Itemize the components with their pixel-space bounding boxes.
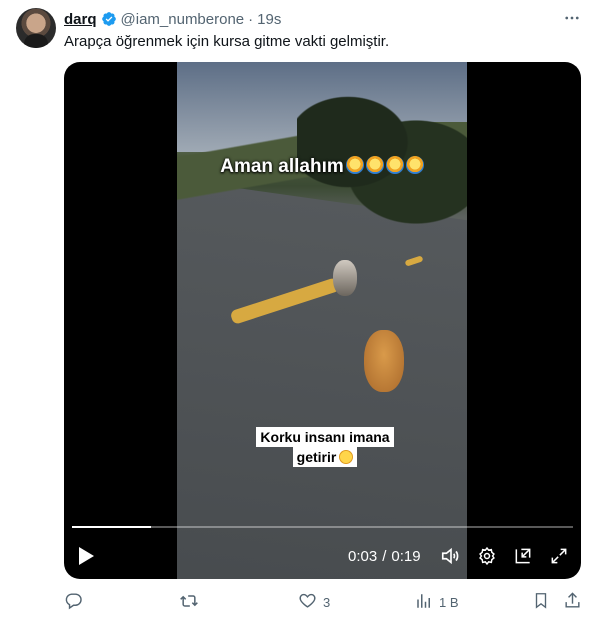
bookmark-icon (532, 591, 550, 613)
dog (364, 330, 404, 392)
caption-bottom-line2-text: getirir (296, 449, 337, 465)
video-frame[interactable]: Aman allahım (177, 62, 467, 579)
verified-badge-icon[interactable] (101, 11, 117, 27)
caption-top-text: Aman allahım (220, 156, 344, 177)
like-icon (298, 591, 317, 613)
cat (333, 260, 357, 296)
video-progress-bar[interactable] (72, 526, 573, 528)
reply-icon (64, 591, 83, 613)
screaming-face-emoji-icon (345, 156, 364, 174)
views-icon (415, 592, 433, 613)
settings-icon[interactable] (474, 540, 500, 572)
fullscreen-icon[interactable] (546, 540, 572, 572)
views-count: 1 B (439, 594, 459, 610)
reply-button[interactable] (64, 590, 89, 614)
avatar[interactable] (16, 8, 56, 48)
share-icon (563, 591, 582, 613)
volume-icon[interactable] (438, 540, 464, 572)
video-progress-fill (72, 526, 152, 528)
duration: 0:19 (391, 547, 421, 565)
bookmark-button[interactable] (532, 590, 550, 614)
tweet-header: darq @iam_numberone · 19s (64, 9, 281, 29)
caption-bottom-line2: getirir (292, 447, 358, 467)
more-icon[interactable] (560, 8, 584, 28)
tweet[interactable]: darq @iam_numberone · 19s Arapça öğrenme… (0, 0, 596, 626)
tweet-actions: 3 1 B (64, 590, 584, 614)
share-button[interactable] (563, 590, 582, 614)
caption-bottom-line1: Korku insanı imana (256, 427, 394, 447)
views-button[interactable]: 1 B (415, 590, 459, 614)
retweet-icon (179, 591, 199, 614)
video-controls: 0:03 / 0:19 (64, 540, 581, 572)
author-name[interactable]: darq (64, 11, 97, 28)
current-time: 0:03 (348, 547, 378, 565)
like-count: 3 (323, 594, 331, 610)
video-caption-bottom: Korku insanı imana getirir (251, 427, 399, 467)
picture-in-picture-icon[interactable] (510, 540, 536, 572)
like-button[interactable]: 3 (298, 590, 330, 614)
video-player[interactable]: Aman allahım Korku insanı imana getirir … (64, 62, 581, 579)
tweet-time[interactable]: 19s (257, 11, 281, 28)
play-icon[interactable] (74, 540, 98, 572)
time-separator: / (382, 547, 387, 565)
retweet-button[interactable] (179, 590, 205, 614)
separator-dot: · (248, 10, 254, 28)
laughing-emoji-icon (339, 450, 354, 464)
video-time: 0:03 / 0:19 (348, 540, 421, 572)
screaming-face-emoji-icon (365, 156, 384, 174)
screaming-face-emoji-icon (405, 156, 424, 174)
screaming-face-emoji-icon (385, 156, 404, 174)
video-caption-top: Aman allahım (177, 156, 467, 178)
tweet-text: Arapça öğrenmek için kursa gitme vakti g… (64, 33, 390, 50)
author-handle[interactable]: @iam_numberone (121, 11, 245, 28)
